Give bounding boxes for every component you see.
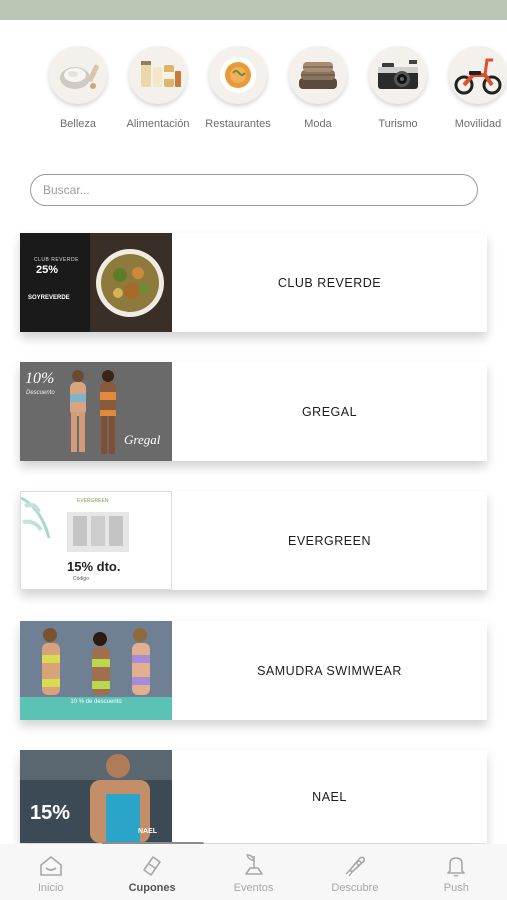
- category-strip[interactable]: Belleza Alimentación Restaurantes Moda T…: [0, 46, 507, 146]
- category-label: Turismo: [378, 118, 418, 130]
- soup-bowl-icon: [209, 46, 267, 104]
- card-title: EVERGREEN: [288, 533, 371, 548]
- coupon-card-samudra-swimwear[interactable]: 10 % de descuento SAMUDRA SWIMWEAR: [20, 621, 487, 720]
- scooter-icon: [449, 46, 507, 104]
- thumb-discount: 15% dto.: [67, 559, 121, 574]
- event-sprout-icon: [244, 854, 263, 875]
- category-belleza[interactable]: Belleza: [38, 46, 118, 146]
- card-title: NAEL: [312, 789, 347, 804]
- thumb-discount: 25%: [36, 264, 59, 276]
- thumb-text: Descuento: [26, 390, 55, 396]
- thumb-brand: Gregal: [124, 432, 161, 447]
- card-thumbnail: CLUB REVERDE 25% SOYREVERDE: [20, 233, 172, 332]
- thumb-brand: NAEL: [138, 828, 158, 835]
- tab-descubre[interactable]: Descubre: [304, 844, 405, 900]
- coupon-card-club-reverde[interactable]: CLUB REVERDE 25% SOYREVERDE CLUB REVERDE: [20, 233, 487, 332]
- category-alimentacion[interactable]: Alimentación: [118, 46, 198, 146]
- bell-icon: [447, 857, 466, 877]
- category-movilidad[interactable]: Movilidad: [438, 46, 507, 146]
- camera-icon: [369, 46, 427, 104]
- tab-label: Inicio: [37, 882, 64, 894]
- thumb-brand: SOYREVERDE: [28, 295, 70, 301]
- thumb-text: Código: [73, 576, 89, 582]
- category-moda[interactable]: Moda: [278, 46, 358, 146]
- thumb-text: 10 % de descuento: [70, 699, 122, 705]
- coupon-card-evergreen[interactable]: EVERGREEN 15% dto. Código EVERGREEN: [20, 491, 487, 590]
- card-thumbnail: 15% NAEL: [20, 750, 172, 843]
- search-input[interactable]: [30, 174, 478, 206]
- category-restaurantes[interactable]: Restaurantes: [198, 46, 278, 146]
- thumb-discount: 15%: [30, 802, 71, 824]
- tab-label: Cupones: [128, 882, 176, 894]
- thumb-text: CLUB REVERDE: [34, 257, 79, 263]
- thumb-brand: EVERGREEN: [77, 498, 109, 504]
- coupon-card-nael[interactable]: 15% NAEL NAEL: [20, 750, 487, 843]
- folded-clothes-icon: [289, 46, 347, 104]
- card-thumbnail: 10 % de descuento: [20, 621, 172, 720]
- status-bar: [0, 0, 507, 20]
- card-title: GREGAL: [301, 404, 358, 419]
- card-thumbnail: EVERGREEN 15% dto. Código: [20, 491, 172, 590]
- tab-push[interactable]: Push: [406, 844, 507, 900]
- beauty-cream-icon: [49, 46, 107, 104]
- category-label: Movilidad: [454, 118, 502, 130]
- food-jars-icon: [129, 46, 187, 104]
- coupon-card-gregal[interactable]: 10% Descuento Gregal GREGAL: [20, 362, 487, 461]
- card-title: SAMUDRA SWIMWEAR: [257, 663, 402, 678]
- tab-label: Eventos: [233, 882, 274, 894]
- tab-label: Push: [443, 882, 469, 894]
- category-label: Alimentación: [126, 118, 190, 130]
- category-label: Restaurantes: [205, 118, 271, 130]
- category-label: Belleza: [59, 118, 97, 130]
- tab-inicio[interactable]: Inicio: [0, 844, 101, 900]
- thumb-discount: 10%: [25, 370, 55, 387]
- card-title: CLUB REVERDE: [277, 275, 382, 290]
- ticket-icon: [143, 856, 161, 876]
- rocket-icon: [345, 856, 365, 877]
- bottom-tab-bar: Inicio Cupones Eventos Descubre Push: [0, 844, 507, 900]
- category-label: Moda: [304, 118, 332, 130]
- category-turismo[interactable]: Turismo: [358, 46, 438, 146]
- card-thumbnail: 10% Descuento Gregal: [20, 362, 172, 461]
- tab-eventos[interactable]: Eventos: [203, 844, 304, 900]
- home-icon: [39, 856, 62, 876]
- tab-label: Descubre: [331, 882, 379, 894]
- tab-cupones[interactable]: Cupones: [101, 844, 202, 900]
